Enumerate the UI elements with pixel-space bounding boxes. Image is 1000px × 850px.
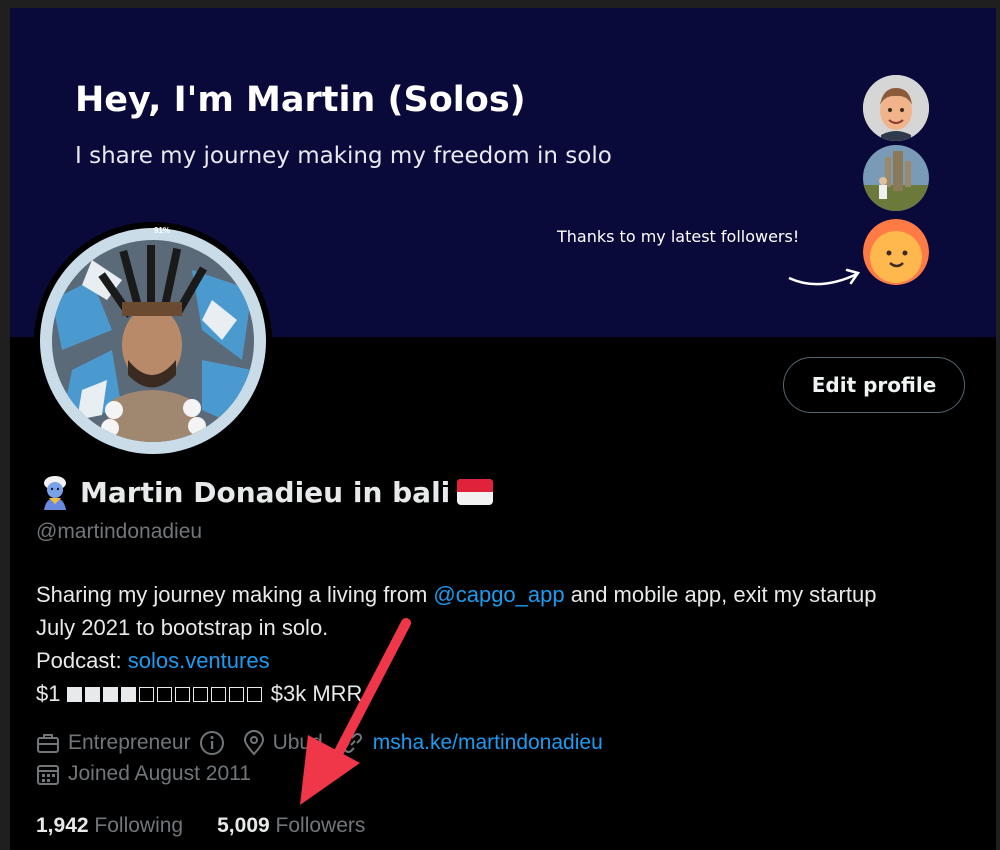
window-edge	[0, 0, 1000, 8]
profile-avatar[interactable]	[34, 222, 272, 460]
progress-square-empty	[246, 687, 262, 702]
progress-square-empty	[192, 687, 208, 702]
window-edge	[996, 0, 1000, 850]
memoji-icon	[863, 75, 929, 141]
headdress-portrait-icon	[52, 240, 254, 442]
banner-title: Hey, I'm Martin (Solos)	[75, 80, 526, 120]
progress-square-empty	[210, 687, 226, 702]
profile-bio: Sharing my journey making a living from …	[36, 578, 981, 710]
red-annotation-arrow-icon	[300, 618, 411, 805]
mrr-progress: $1 $3k MRR	[36, 677, 981, 710]
following-link[interactable]: 1,942 Following	[36, 814, 183, 838]
bio-text: Sharing my journey making a living from	[36, 582, 434, 607]
profession-item: Entrepreneur	[36, 730, 225, 756]
curved-arrow-icon	[788, 268, 861, 286]
follower-avatar[interactable]	[863, 219, 929, 285]
capgo-app-mention-link[interactable]: @capgo_app	[433, 582, 564, 607]
banner-thanks-text: Thanks to my latest followers!	[557, 227, 800, 246]
progress-square-filled	[66, 687, 82, 702]
following-count: 1,942	[36, 814, 89, 837]
indonesia-flag-icon	[457, 479, 494, 505]
display-name: Martin Donadieu in bali	[80, 475, 451, 509]
profile-handle: @martindonadieu	[36, 520, 203, 543]
calendar-icon	[37, 765, 59, 785]
progress-square-filled	[102, 687, 118, 702]
podcast-link[interactable]: solos.ventures	[128, 648, 270, 673]
edit-profile-button[interactable]: Edit profile	[783, 357, 965, 413]
mrr-start: $1	[36, 681, 61, 706]
bio-text: and mobile app, exit my startup	[564, 582, 877, 607]
banner-subtitle: I share my journey making my freedom in …	[75, 143, 612, 169]
joined-text: Joined August 2011	[68, 762, 251, 785]
progress-square-empty	[138, 687, 154, 702]
progress-square-empty	[174, 687, 190, 702]
following-label: Following	[94, 814, 184, 837]
bio-text: July 2021 to bootstrap in solo.	[36, 615, 329, 640]
progress-square-filled	[120, 687, 136, 702]
progress-square-empty	[156, 687, 172, 702]
followers-label: Followers	[275, 814, 366, 837]
location-pin-icon	[243, 730, 264, 756]
display-name-row: Martin Donadieu in bali	[36, 474, 494, 510]
followers-count: 5,009	[217, 814, 270, 837]
follow-stats: 1,942 Following 5,009 Followers	[36, 814, 365, 838]
avatar-progress-ring	[40, 228, 266, 454]
info-icon[interactable]	[199, 730, 225, 756]
profession-text: Entrepreneur	[68, 731, 191, 754]
progress-square-filled	[84, 687, 100, 702]
window-edge	[0, 0, 10, 850]
follower-avatar[interactable]	[863, 145, 929, 211]
followers-link[interactable]: 5,009 Followers	[217, 814, 365, 838]
joined-item: Joined August 2011	[36, 762, 251, 786]
mrr-progress-squares	[66, 681, 265, 706]
follower-avatar[interactable]	[863, 75, 929, 141]
podcast-label: Podcast:	[36, 648, 128, 673]
avatar-photo	[52, 240, 254, 442]
progress-square-empty	[228, 687, 244, 702]
person-photo-icon	[863, 145, 929, 211]
briefcase-icon	[37, 734, 59, 753]
genie-icon	[44, 476, 66, 510]
smiley-icon	[863, 219, 929, 285]
avatar-progress-badge: 91%	[154, 226, 171, 235]
